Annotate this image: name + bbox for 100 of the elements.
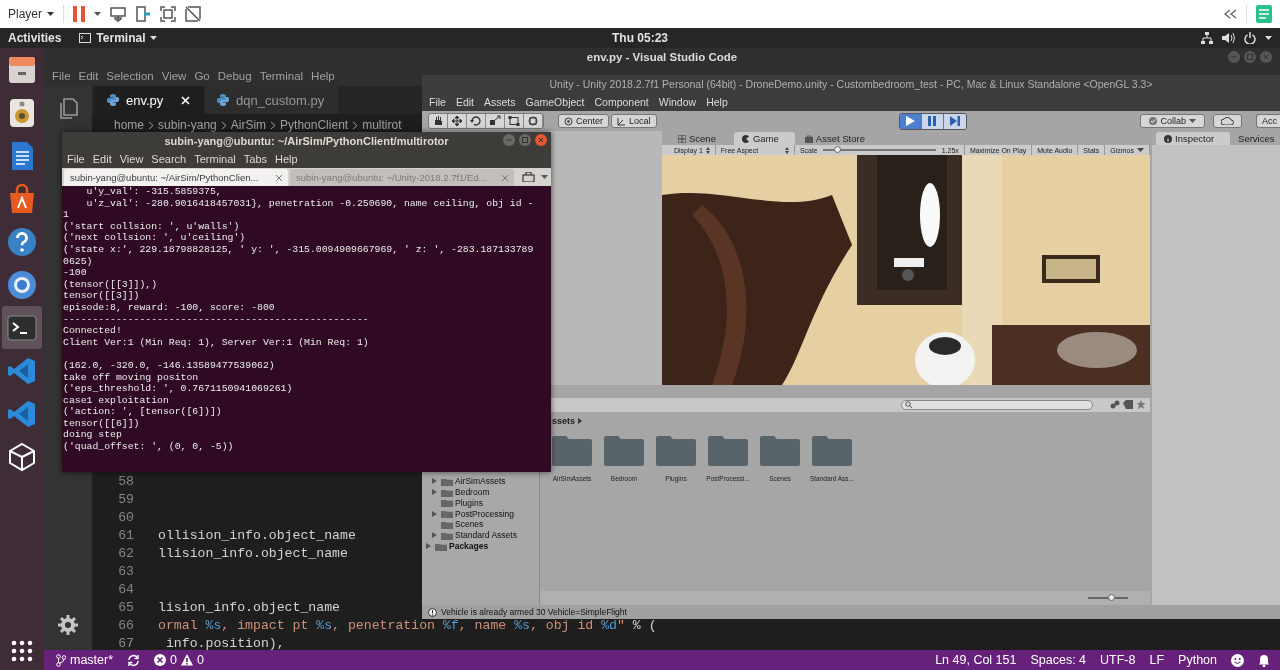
- pivot-button[interactable]: Center: [558, 114, 609, 128]
- menu-item[interactable]: Component: [589, 96, 654, 108]
- folder-icon: [760, 435, 800, 466]
- menu-item[interactable]: GameObject: [520, 96, 590, 108]
- python-icon: [107, 94, 119, 106]
- menu-item[interactable]: File: [48, 70, 75, 82]
- axis-icon: [617, 116, 626, 126]
- slider-thumb[interactable]: [1108, 594, 1115, 601]
- breadcrumb-item[interactable]: subin-yang: [158, 118, 217, 132]
- info-icon: [428, 607, 437, 617]
- breadcrumb[interactable]: ssets: [552, 415, 576, 426]
- bell-icon[interactable]: [1258, 653, 1270, 667]
- inspector-tab[interactable]: Inspector: [1156, 132, 1231, 145]
- tree-item[interactable]: Bedroom: [422, 486, 539, 498]
- breadcrumb-item[interactable]: AirSim: [230, 118, 267, 132]
- check-icon: [1149, 117, 1158, 125]
- line-number: 65: [117, 599, 134, 617]
- pivot-button[interactable]: Local: [611, 114, 657, 128]
- editor-tab[interactable]: dqn_custom.py: [205, 86, 340, 114]
- tree-item[interactable]: PostProcessing: [422, 508, 539, 519]
- problems-button[interactable]: 0 0: [154, 653, 204, 667]
- expand-arrow-icon[interactable]: [432, 510, 437, 517]
- menu-item[interactable]: Selection: [102, 70, 158, 82]
- new-tab-icon[interactable]: [522, 172, 535, 182]
- star-icon[interactable]: [1136, 400, 1146, 410]
- menu-item[interactable]: Debug: [213, 70, 256, 82]
- playback-group[interactable]: [898, 112, 967, 130]
- tree-item[interactable]: Plugins: [422, 497, 539, 509]
- tree-item[interactable]: AirSimAssets: [422, 475, 539, 487]
- menu-item[interactable]: Terminal: [255, 70, 308, 82]
- menu-item[interactable]: File: [63, 152, 89, 165]
- menu-item[interactable]: Help: [271, 152, 302, 165]
- breadcrumb-item[interactable]: multirot: [362, 118, 402, 132]
- menu-item[interactable]: Search: [147, 152, 191, 165]
- search-icon: [905, 401, 912, 409]
- menu-item[interactable]: Terminal: [190, 152, 240, 165]
- activities-button[interactable]: Activities: [8, 31, 62, 45]
- code-line: ollision_info.object_name: [158, 527, 356, 545]
- menu-item[interactable]: Window: [653, 96, 702, 108]
- breadcrumb-item[interactable]: PythonClient: [280, 118, 349, 132]
- menu-item[interactable]: Help: [701, 96, 733, 108]
- tree-item[interactable]: Standard Assets: [422, 529, 539, 541]
- menu-item[interactable]: Tabs: [239, 152, 272, 165]
- search-field[interactable]: [901, 399, 1093, 410]
- view-tab[interactable]: Game: [733, 132, 795, 145]
- pause-icon[interactable]: [73, 6, 85, 22]
- filter-icon[interactable]: [1110, 400, 1120, 410]
- account-button[interactable]: Acc: [1256, 114, 1280, 128]
- breadcrumb-item[interactable]: home: [114, 118, 145, 132]
- folder-icon: [604, 435, 644, 466]
- power-icon[interactable]: [1244, 32, 1256, 44]
- menu-item[interactable]: Help: [307, 70, 339, 82]
- line-ending[interactable]: LF: [1149, 653, 1165, 667]
- network-icon[interactable]: [1201, 32, 1213, 44]
- encoding[interactable]: UTF-8: [1100, 653, 1136, 667]
- step-icon: [949, 116, 960, 126]
- app-grid-icon[interactable]: [11, 640, 33, 662]
- crossed-screen-icon[interactable]: [185, 6, 201, 22]
- settings-icon[interactable]: [57, 614, 79, 636]
- menu-item[interactable]: Edit: [74, 70, 103, 82]
- cursor-position[interactable]: Ln 49, Col 151: [935, 653, 1017, 667]
- editor-tab[interactable]: env.py: [95, 86, 205, 114]
- menu-item[interactable]: Go: [190, 70, 214, 82]
- branch-button[interactable]: master*: [56, 653, 114, 667]
- language-mode[interactable]: Python: [1178, 653, 1217, 667]
- menu-item[interactable]: File: [424, 96, 451, 108]
- output-line: ('eps_threshold: ', 0.7671150941069261): [63, 383, 294, 395]
- chevron-icon: [148, 120, 155, 130]
- play-button[interactable]: [899, 113, 922, 129]
- menu-item[interactable]: Edit: [88, 152, 116, 165]
- terminal-tab[interactable]: subin-yang@ubuntu: ~/AirSim/PythonClien...: [64, 169, 288, 186]
- pause-button[interactable]: [921, 113, 944, 129]
- player-menu[interactable]: Player: [8, 7, 54, 21]
- sync-icon[interactable]: [127, 653, 141, 667]
- double-chevron-icon[interactable]: [1223, 9, 1237, 19]
- line-number: 62: [117, 545, 134, 563]
- clock[interactable]: Thu 05:23: [612, 31, 668, 45]
- volume-icon[interactable]: [1222, 32, 1235, 44]
- tree-item[interactable]: Scenes: [422, 519, 539, 530]
- monitor-icon[interactable]: [110, 6, 126, 22]
- caret-icon: [150, 36, 158, 40]
- menu-item[interactable]: View: [115, 152, 148, 165]
- menu-item[interactable]: Edit: [450, 96, 479, 108]
- step-button[interactable]: [943, 113, 966, 129]
- device-icon[interactable]: [135, 6, 151, 22]
- slider-thumb[interactable]: [834, 146, 841, 153]
- menu-item[interactable]: Assets: [479, 96, 521, 108]
- fullscreen-icon[interactable]: [160, 6, 176, 22]
- smiley-icon[interactable]: [1231, 653, 1244, 667]
- cloud-button[interactable]: [1213, 114, 1242, 128]
- menu-item[interactable]: View: [157, 70, 191, 82]
- output-line: tensor([[3]]): [63, 290, 141, 302]
- line-number: 63: [117, 563, 134, 581]
- collab-button[interactable]: Collab: [1140, 114, 1205, 128]
- rotate-icon[interactable]: [467, 114, 486, 128]
- indentation[interactable]: Spaces: 4: [1030, 653, 1087, 667]
- chevron-icon: [578, 417, 583, 424]
- tool-group[interactable]: [428, 113, 544, 129]
- app-menu[interactable]: Terminal: [79, 31, 158, 45]
- tree-item[interactable]: Packages: [422, 540, 539, 552]
